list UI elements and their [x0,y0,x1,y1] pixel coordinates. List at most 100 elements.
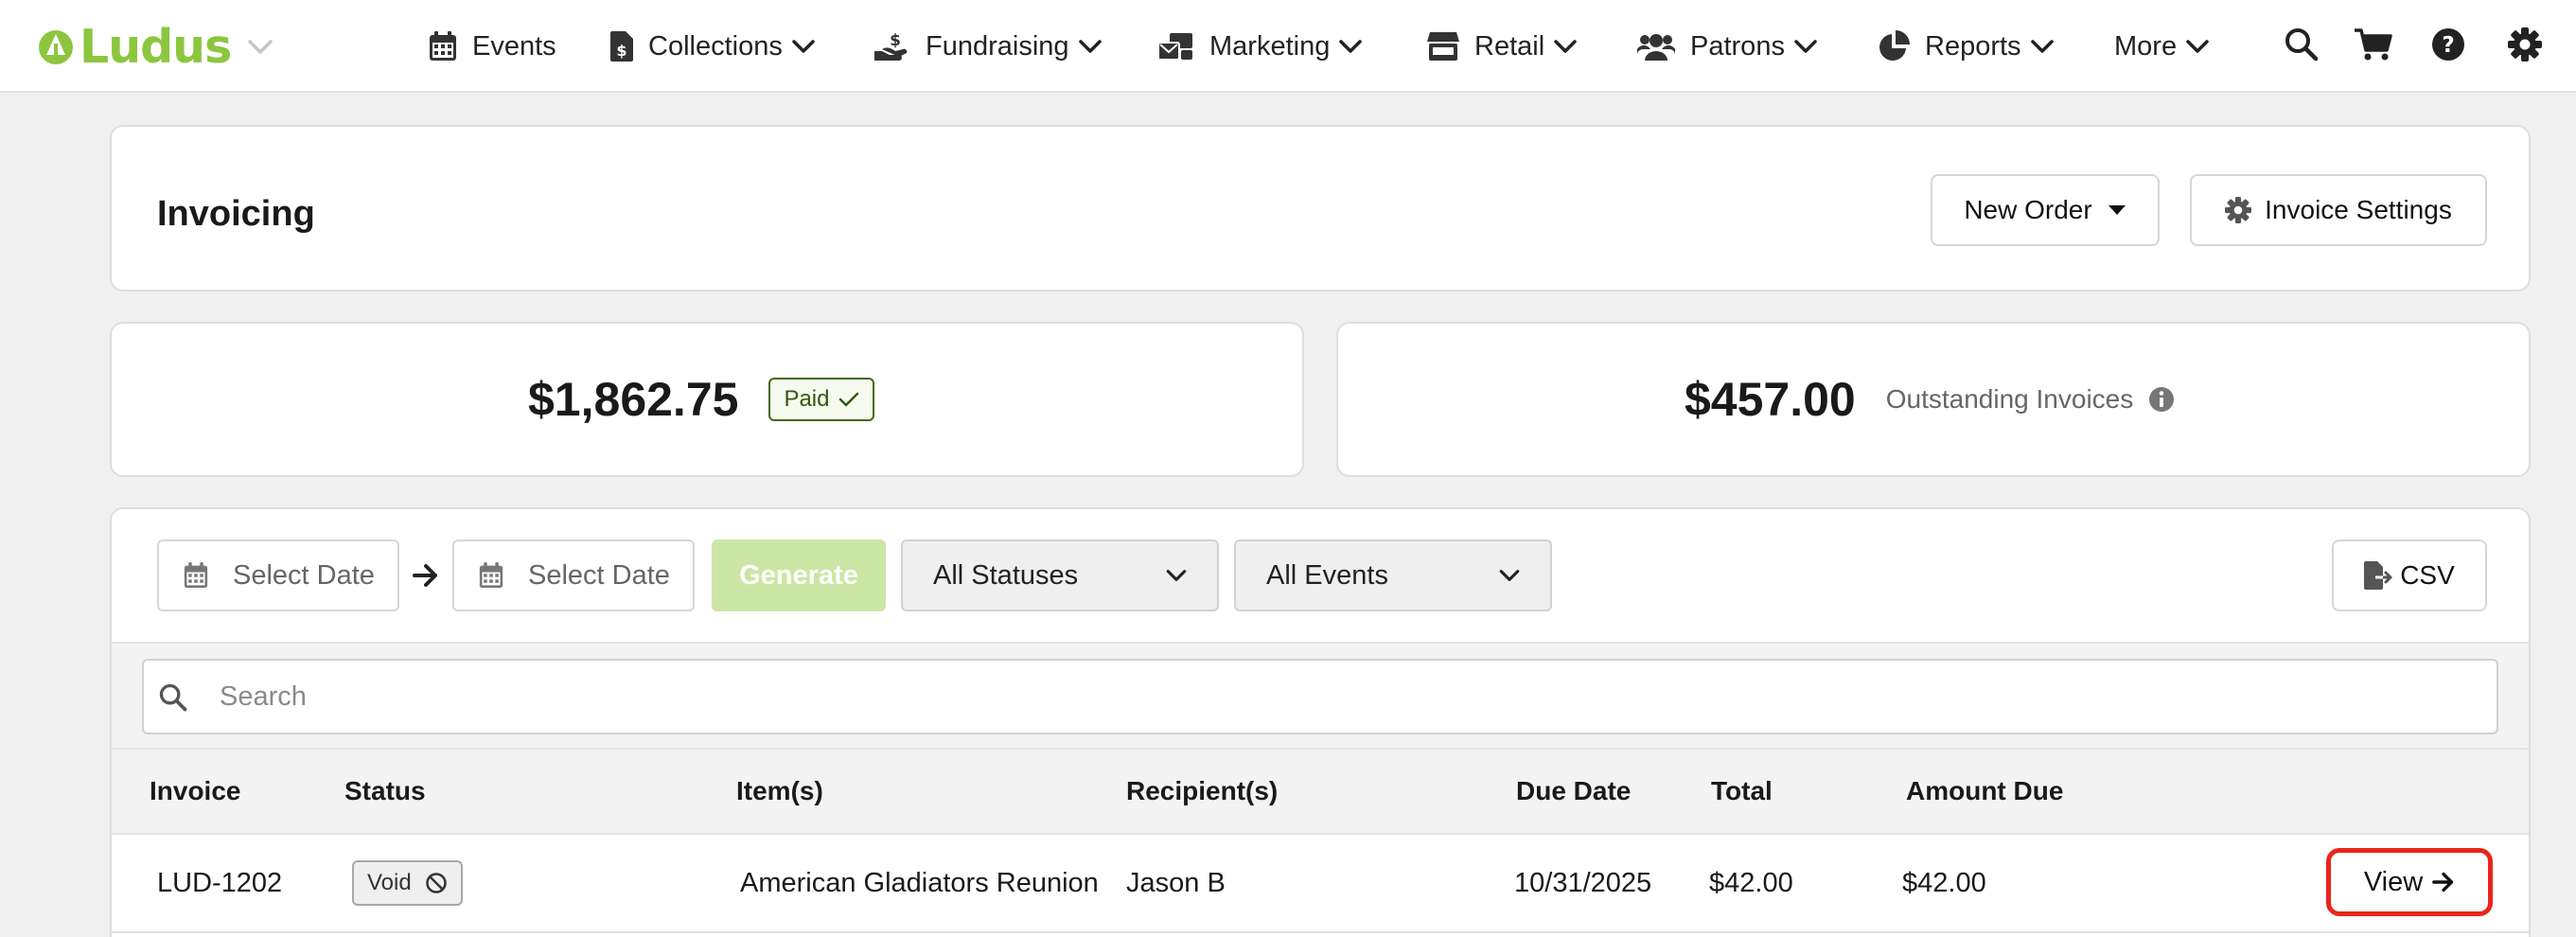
nav-label: Reports [1925,30,2021,62]
chevron-down-icon [1078,40,1102,53]
file-export-icon [2364,561,2392,590]
nav-label: Events [472,30,556,62]
total-cell: $42.00 [1709,867,1793,898]
paid-stat: $1,862.75 Paid [528,324,875,475]
nav-item-retail[interactable]: Retail [1427,23,1577,70]
header-card: Invoicing New Order Invoice Settings [110,125,2531,292]
invoice-number: LUD-1202 [157,867,283,898]
outstanding-amount: $457.00 [1685,373,1856,426]
chevron-down-icon[interactable] [248,40,273,55]
status-cell: Void [352,835,463,931]
outstanding-stat-card: $457.00 Outstanding Invoices [1336,322,2531,477]
column-header-due-date[interactable]: Due Date [1516,750,1631,833]
svg-text:?: ? [2442,33,2454,58]
amount-due-cell: $42.00 [1902,867,1986,898]
nav-item-marketing[interactable]: Marketing [1158,23,1363,70]
search-field[interactable] [142,659,2498,734]
search-bar [112,642,2529,750]
events-select[interactable]: All Events [1234,539,1552,611]
ban-icon [425,873,447,893]
paid-badge: Paid [768,378,875,421]
pie-chart-icon [1879,30,1910,61]
chevron-down-icon [2186,40,2209,53]
svg-text:$: $ [890,31,901,50]
paid-badge-label: Paid [784,386,830,412]
column-header-invoice[interactable]: Invoice [150,750,240,833]
chevron-down-icon [1499,570,1520,581]
items-cell: American Gladiators Reunion [740,867,1099,898]
column-header-recipients[interactable]: Recipient(s) [1126,750,1278,833]
column-header-status[interactable]: Status [344,750,426,833]
nav-label: Retail [1474,30,1545,62]
nav-label: More [2114,30,2178,62]
store-icon [1427,32,1459,61]
calendar-icon [184,562,208,588]
status-badge: Void [352,860,463,906]
ludus-logo-icon [39,30,73,64]
invoice-settings-label: Invoice Settings [2265,195,2452,224]
paid-amount: $1,862.75 [528,373,739,426]
mail-bulk-icon [1158,33,1192,61]
chevron-down-icon [2030,40,2054,53]
invoice-settings-button[interactable]: Invoice Settings [2190,174,2487,246]
csv-label: CSV [2400,560,2455,590]
info-icon[interactable] [2148,386,2175,413]
start-date-placeholder: Select Date [233,559,375,591]
due-date-cell: 10/31/2025 [1514,867,1652,898]
generate-button[interactable]: Generate [712,539,886,611]
view-label: View [2363,866,2424,897]
brand-logo[interactable]: Ludus [38,23,273,72]
end-date-input[interactable]: Select Date [452,539,695,611]
status-select-value: All Statuses [933,559,1079,591]
events-select-value: All Events [1266,559,1388,591]
nav-item-more[interactable]: More [2114,23,2209,70]
page-title: Invoicing [157,194,315,234]
csv-export-button[interactable]: CSV [2332,539,2487,611]
recipients-cell: Jason B [1126,867,1226,898]
status-badge-label: Void [367,870,412,895]
table-header: Invoice Status Item(s) Recipient(s) Due … [112,750,2529,835]
nav-item-patrons[interactable]: Patrons [1637,23,1817,70]
paid-stat-card: $1,862.75 Paid [110,322,1304,477]
top-navigation: Ludus Events $ Collections $ Fundraising… [0,0,2576,93]
nav-item-events[interactable]: Events [429,23,556,70]
invoices-card: Select Date Select Date Generate All Sta… [110,507,2531,937]
column-header-items[interactable]: Item(s) [736,750,823,833]
status-select[interactable]: All Statuses [901,539,1219,611]
nav-label: Patrons [1690,30,1785,62]
column-header-total[interactable]: Total [1711,750,1773,833]
brand-name: Ludus [79,20,232,74]
nav-item-reports[interactable]: Reports [1878,23,2054,70]
arrow-right-icon [413,564,437,587]
check-icon [839,392,859,407]
search-icon [159,683,187,712]
chevron-down-icon [1166,570,1187,581]
gear-icon[interactable] [2508,27,2542,62]
help-icon[interactable]: ? [2431,27,2465,62]
chevron-down-icon [1554,40,1577,53]
end-date-placeholder: Select Date [528,559,670,591]
cart-icon[interactable] [2355,27,2392,62]
users-icon [1637,34,1675,61]
svg-text:$: $ [616,42,626,60]
calendar-icon [430,31,456,61]
nav-label: Fundraising [926,30,1069,62]
new-order-button[interactable]: New Order [1931,174,2160,246]
chevron-down-icon [1339,40,1363,53]
dollar-file-icon: $ [610,31,633,62]
nav-item-collections[interactable]: $ Collections [610,23,815,70]
nav-label: Marketing [1209,30,1331,62]
nav-label: Collections [648,30,783,62]
view-invoice-button[interactable]: View [2326,848,2493,916]
gear-icon [2225,197,2252,223]
search-input[interactable] [220,661,2485,733]
new-order-label: New Order [1964,195,2092,224]
table-row[interactable]: LUD-1202 Void American Gladiators Reunio… [112,835,2529,933]
hand-dollar-icon: $ [874,31,908,61]
search-icon[interactable] [2285,27,2319,62]
start-date-input[interactable]: Select Date [157,539,399,611]
column-header-amount-due[interactable]: Amount Due [1906,750,2063,833]
chevron-down-icon [1794,40,1817,53]
chevron-down-icon [792,40,815,53]
nav-item-fundraising[interactable]: $ Fundraising [874,23,1102,70]
